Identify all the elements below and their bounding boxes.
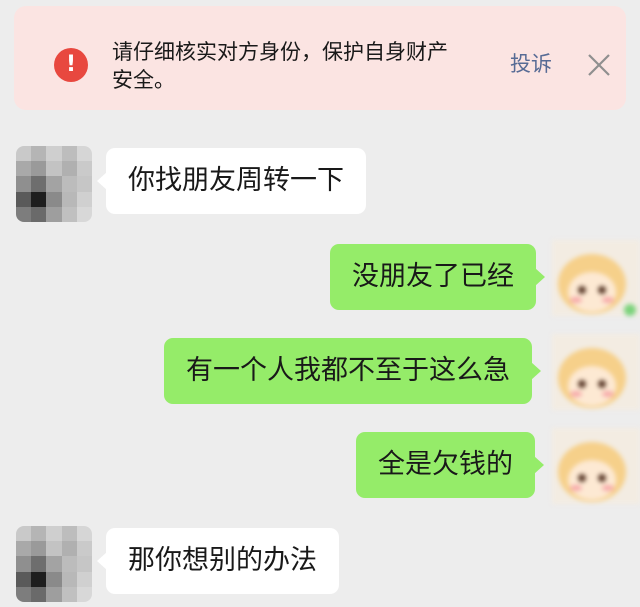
- user-avatar[interactable]: [552, 428, 640, 504]
- user-avatar[interactable]: [552, 334, 640, 410]
- report-button[interactable]: 投诉: [510, 50, 552, 78]
- exclamation-circle-icon: !: [54, 48, 88, 82]
- security-warning-banner: ! 请仔细核实对方身份，保护自身财产安全。 投诉: [14, 6, 626, 110]
- message-bubble-outgoing[interactable]: 全是欠钱的: [356, 432, 544, 498]
- contact-avatar[interactable]: [16, 526, 92, 602]
- message-bubble-outgoing[interactable]: 有一个人我都不至于这么急: [164, 338, 541, 404]
- warning-text: 请仔细核实对方身份，保护自身财产安全。: [112, 40, 448, 92]
- message-bubble-outgoing[interactable]: 没朋友了已经: [330, 244, 545, 310]
- contact-avatar[interactable]: [16, 146, 92, 222]
- message-bubble-incoming[interactable]: 那你想别的办法: [97, 528, 339, 594]
- close-icon[interactable]: [586, 52, 612, 78]
- user-avatar[interactable]: [552, 240, 640, 316]
- chat-screen: ! 请仔细核实对方身份，保护自身财产安全。 投诉 你找朋友周转一下 没朋友了已经: [0, 0, 640, 607]
- message-bubble-incoming[interactable]: 你找朋友周转一下: [97, 148, 366, 214]
